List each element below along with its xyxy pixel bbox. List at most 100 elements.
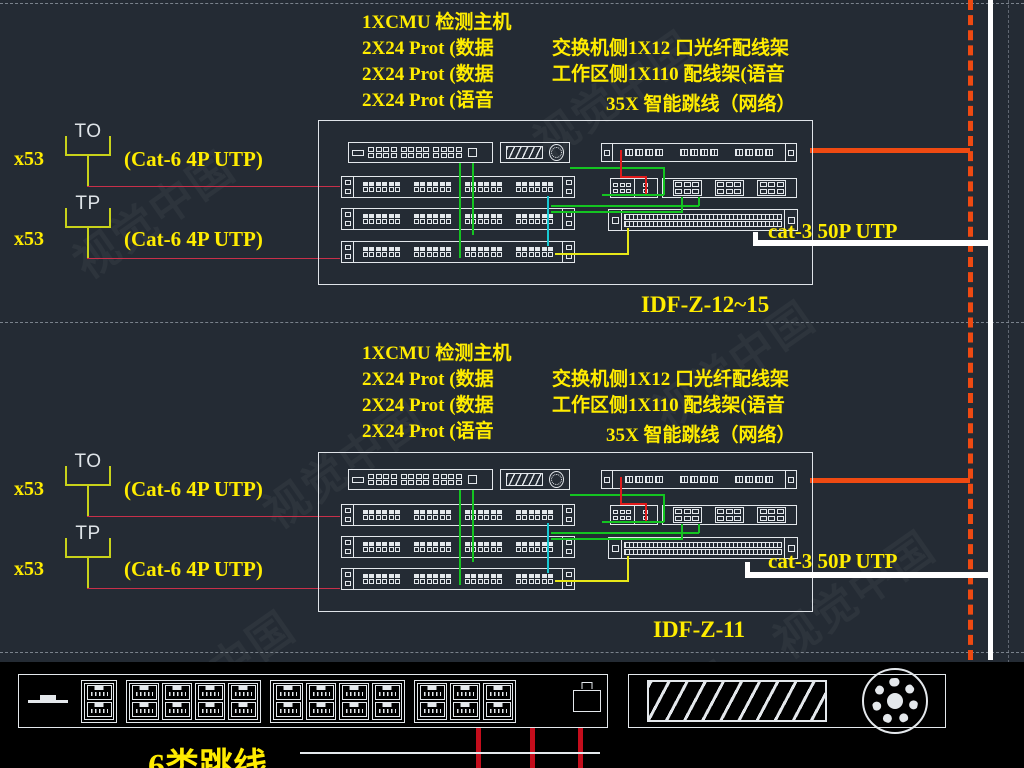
jumper-red xyxy=(620,176,646,178)
dial-icon xyxy=(548,471,564,488)
trunk-label-lower: cat-3 50P UTP xyxy=(768,549,898,573)
jumper-green xyxy=(459,163,461,258)
jumper-green xyxy=(698,197,700,206)
jumper-green xyxy=(551,538,683,540)
detail-cmu-module xyxy=(628,668,946,734)
rack-ear xyxy=(342,209,354,229)
vertical-conduit xyxy=(988,0,993,660)
detail-leader-red xyxy=(530,728,535,768)
jumper-green xyxy=(663,167,665,195)
rj45-jack xyxy=(84,682,114,720)
spec-line-upper-3: 2X24 Prot (数据 xyxy=(362,64,494,85)
spec-line-lower-3: 2X24 Prot (数据 xyxy=(362,395,494,416)
switch-port-group xyxy=(368,147,397,158)
rack-ear xyxy=(785,471,796,488)
outlet-bracket xyxy=(65,466,111,486)
jack-group xyxy=(757,506,787,524)
switch-port-group xyxy=(433,474,462,485)
jumper-red xyxy=(645,176,647,194)
jumper-green xyxy=(681,197,683,211)
rj45-jack xyxy=(450,682,480,720)
outlet-bracket xyxy=(65,208,111,228)
rj45-jack xyxy=(483,682,513,720)
jack-group xyxy=(757,179,787,197)
switch-device-lower xyxy=(348,469,493,490)
spec-right-upper-3: 35X 智能跳线（网络） xyxy=(606,94,796,115)
jumper-green xyxy=(472,490,474,562)
trunk-horizontal-upper xyxy=(753,240,988,246)
outlet-count-to-upper: x53 xyxy=(14,148,44,170)
fiber-patch-panel-lower xyxy=(601,470,797,489)
rack-ear xyxy=(562,242,574,262)
spec-line-upper-4: 2X24 Prot (语音 xyxy=(362,90,494,111)
rack-label-lower: IDF-Z-11 xyxy=(653,617,745,642)
label-plate-icon xyxy=(28,695,68,707)
switch-status-tag xyxy=(352,476,364,483)
panel-label-plate xyxy=(19,695,77,707)
jumper-red xyxy=(620,503,646,505)
spec-right-lower-3: 35X 智能跳线（网络） xyxy=(606,425,796,446)
dial-icon xyxy=(548,144,564,161)
jumper-yellow xyxy=(555,253,628,255)
cmu-monitor-module-upper xyxy=(500,142,570,163)
spec-right-upper-2: 工作区侧1X110 配线架(语音 xyxy=(552,64,785,85)
rack-ear xyxy=(342,242,354,262)
detail-jack-row xyxy=(77,679,567,723)
patch-panel-ports xyxy=(354,569,562,589)
rj45-jack xyxy=(306,682,336,720)
jumper-yellow xyxy=(555,580,628,582)
jumper-green xyxy=(602,521,664,523)
switch-uplink-port xyxy=(467,148,477,157)
fiber-ports xyxy=(613,471,785,488)
jack-group xyxy=(714,179,744,197)
grid-divider-top xyxy=(0,3,1024,4)
spec-right-lower-2: 工作区侧1X110 配线架(语音 xyxy=(552,395,785,416)
grid-divider-middle xyxy=(0,322,1024,323)
patch-panel-voice-upper xyxy=(341,241,575,263)
outlet-bracket xyxy=(65,136,111,156)
rj45-jack xyxy=(228,682,258,720)
jumper-green xyxy=(459,490,461,585)
detail-patch-panel xyxy=(18,674,608,728)
riser-branch-lower xyxy=(810,478,970,483)
outlet-count-to-lower: x53 xyxy=(14,478,44,500)
rack-ear xyxy=(342,505,354,525)
detail-leader-red xyxy=(578,728,583,768)
outlet-bracket xyxy=(65,538,111,558)
horizontal-cable-tp-lower xyxy=(87,588,340,589)
jumper-green xyxy=(472,163,474,235)
outlet-cable-to-upper: (Cat-6 4P UTP) xyxy=(124,147,263,171)
rack-ear xyxy=(609,538,622,558)
rj45-jack xyxy=(339,682,369,720)
block-110-strips xyxy=(622,210,784,230)
outlet-drop-line xyxy=(87,156,89,187)
detail-leader-red xyxy=(476,728,481,768)
rack-ear xyxy=(602,471,613,488)
jack-group xyxy=(672,179,702,197)
trunk-horizontal-lower xyxy=(745,572,988,578)
uplink-port-icon xyxy=(573,690,601,712)
spec-right-lower-1: 交换机侧1X12 口光纤配线架 xyxy=(552,369,789,390)
rj45-jack xyxy=(273,682,303,720)
horizontal-cable-tp-upper xyxy=(87,258,340,259)
outlet-count-tp-upper: x53 xyxy=(14,228,44,250)
rack-ear xyxy=(342,177,354,197)
jumper-red xyxy=(620,150,622,178)
rack-ear xyxy=(562,569,574,589)
rack-label-upper: IDF-Z-12~15 xyxy=(641,292,770,317)
jumper-green xyxy=(570,494,665,496)
outlet-cable-tp-upper: (Cat-6 4P UTP) xyxy=(124,227,263,251)
patch-panel-ports xyxy=(354,177,562,197)
patch-panel-data-lower-1 xyxy=(341,504,575,526)
hatch-panel-icon xyxy=(506,473,543,486)
outlet-drop-line xyxy=(87,228,89,259)
detail-caption: 6类跳线 xyxy=(148,748,267,768)
rack-ear xyxy=(562,537,574,557)
patch-panel-data-lower-2 xyxy=(341,536,575,558)
switch-uplink-port xyxy=(467,475,477,484)
spec-line-lower-4: 2X24 Prot (语音 xyxy=(362,421,494,442)
jumper-yellow xyxy=(627,228,629,255)
switch-status-tag xyxy=(352,149,364,156)
rack-ear xyxy=(562,177,574,197)
jumper-green xyxy=(551,532,699,534)
